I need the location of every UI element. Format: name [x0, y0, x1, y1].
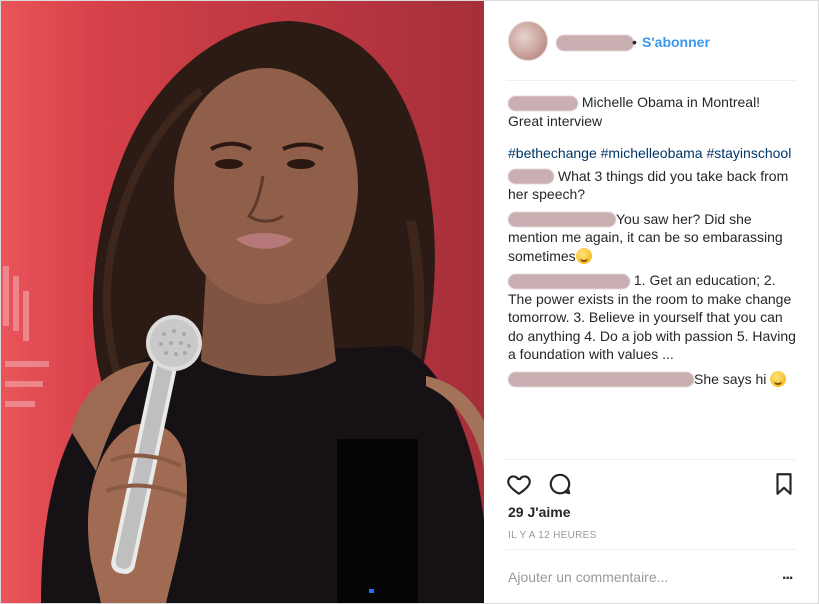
add-comment-divider [506, 549, 796, 550]
comment-icon[interactable] [547, 471, 573, 497]
post-header: • S'abonner [484, 1, 818, 81]
hashtags[interactable]: #bethechange #michelleobama #stayinschoo… [508, 144, 798, 163]
username-redacted[interactable] [508, 212, 616, 228]
header-separator: • [632, 34, 637, 50]
comment-item: You saw her? Did she mention me again, i… [508, 210, 798, 266]
photo-illustration [3, 21, 484, 603]
winking-tongue-face-icon [770, 370, 787, 387]
bookmark-icon[interactable] [771, 471, 797, 497]
add-comment-input[interactable]: Ajouter un commentaire... [508, 569, 668, 585]
username-redacted[interactable] [556, 35, 634, 51]
comment-text: She says hi [694, 370, 767, 387]
instagram-post: • S'abonner Michelle Obama in Montreal! … [0, 0, 819, 604]
post-timestamp: IL Y A 12 HEURES [508, 530, 597, 541]
comment-item: She says hi [508, 370, 798, 389]
username-redacted[interactable] [508, 169, 554, 185]
caption: Michelle Obama in Montreal! Great interv… [508, 93, 798, 130]
unamused-face-icon [575, 247, 592, 264]
header-divider [506, 80, 796, 81]
actions-bar [484, 459, 818, 460]
heart-icon[interactable] [506, 471, 532, 497]
username-redacted[interactable] [508, 273, 630, 289]
post-sidebar: • S'abonner Michelle Obama in Montreal! … [484, 1, 818, 603]
username-redacted[interactable] [508, 372, 694, 388]
comments-list: Michelle Obama in Montreal! Great interv… [508, 93, 798, 394]
avatar[interactable] [508, 21, 548, 61]
comment-item: What 3 things did you take back from her… [508, 167, 798, 204]
actions-divider [506, 459, 796, 460]
comment-prefix: 1. [633, 272, 646, 288]
comment-item: 1. Get an education; 2. The power exists… [508, 271, 798, 364]
more-options-icon[interactable]: ... [782, 566, 793, 584]
username-redacted[interactable] [508, 95, 578, 111]
post-photo [1, 1, 484, 603]
follow-button[interactable]: S'abonner [642, 34, 710, 50]
likes-count[interactable]: 29 J'aime [508, 504, 571, 520]
